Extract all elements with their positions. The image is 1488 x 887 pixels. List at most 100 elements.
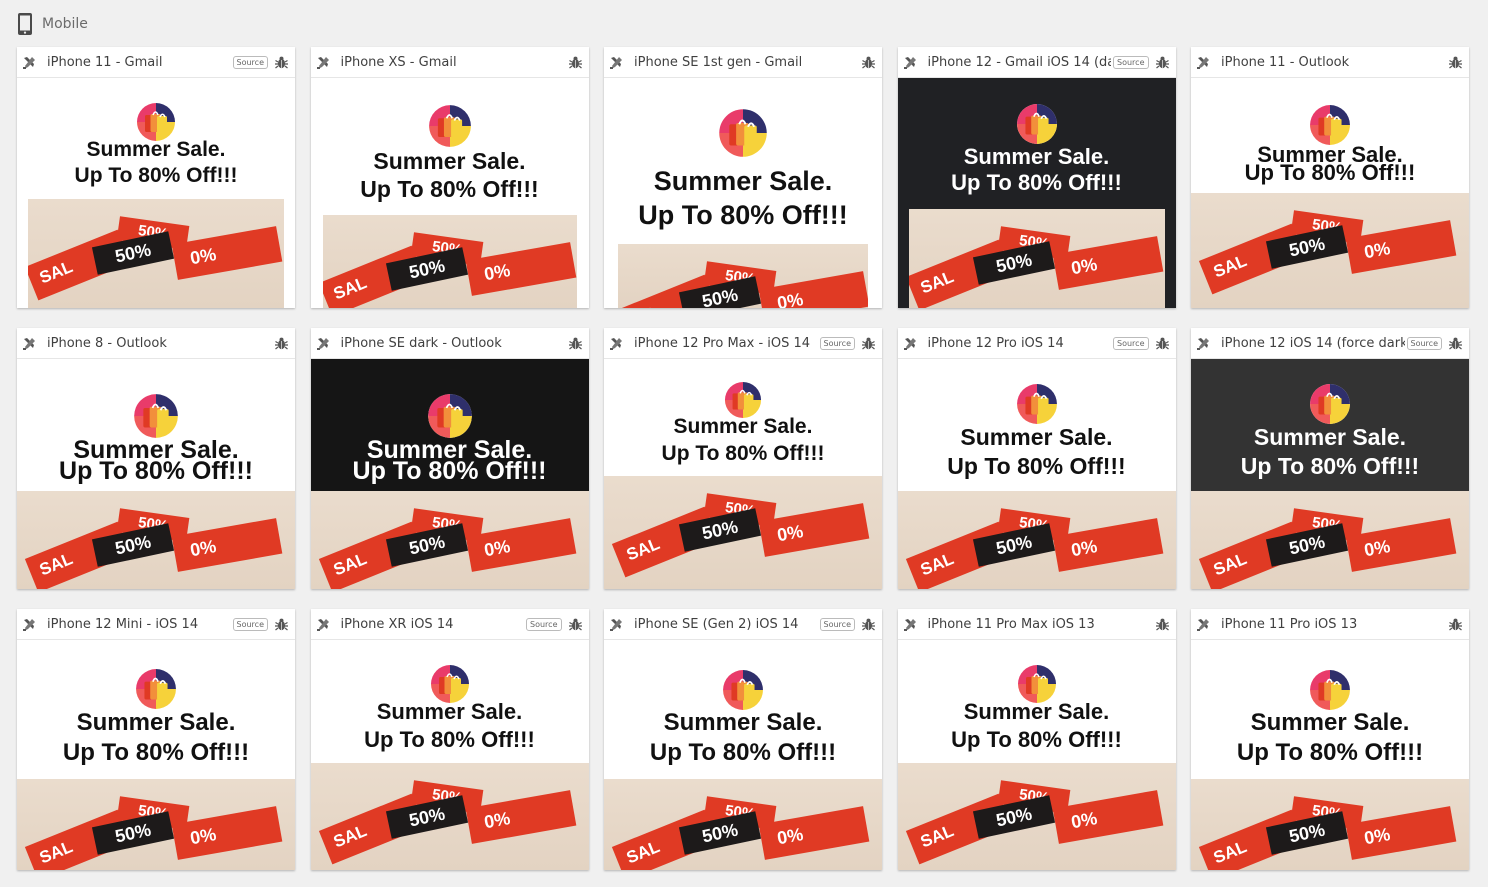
tools-icon[interactable] bbox=[22, 55, 37, 70]
card-title[interactable]: iPhone 11 - Outlook bbox=[1221, 55, 1442, 70]
email-preview[interactable]: Summer Sale.Up To 80% Off!!!0%SAL50%50% bbox=[310, 78, 589, 308]
source-button[interactable]: Source bbox=[819, 617, 855, 631]
bug-icon[interactable] bbox=[1448, 55, 1463, 70]
headline-line-2: Up To 80% Off!!! bbox=[951, 170, 1122, 195]
card-title[interactable]: iPhone 12 Pro iOS 14 bbox=[928, 336, 1112, 351]
email-preview[interactable]: Summer Sale.Up To 80% Off!!!0%SAL50%50% bbox=[17, 640, 295, 870]
card-title[interactable]: iPhone SE (Gen 2) iOS 14 bbox=[634, 617, 818, 632]
bug-icon[interactable] bbox=[1448, 617, 1463, 632]
preview-card[interactable]: iPhone 12 - Gmail iOS 14 (da Source Summer… bbox=[897, 47, 1176, 308]
headline-line-2: Up To 80% Off!!! bbox=[1244, 160, 1416, 185]
card-header: iPhone 12 Pro iOS 14 Source bbox=[897, 328, 1176, 359]
brand-logo-icon bbox=[1310, 384, 1350, 424]
sale-tag: 0% bbox=[758, 503, 870, 557]
source-button[interactable]: Source bbox=[232, 55, 268, 69]
preview-card[interactable]: iPhone SE 1st gen - Gmail Summer Sale. Up … bbox=[604, 47, 882, 308]
sale-tag: 0% bbox=[758, 806, 870, 860]
brand-logo-icon bbox=[428, 105, 471, 147]
source-button[interactable]: Source bbox=[1113, 55, 1149, 69]
email-preview[interactable]: Summer Sale.Up To 80% Off!!!0%SAL50%50% bbox=[897, 640, 1176, 870]
card-title[interactable]: iPhone XR iOS 14 bbox=[341, 617, 525, 632]
source-button[interactable]: Source bbox=[526, 617, 562, 631]
tools-icon[interactable] bbox=[22, 336, 37, 351]
email-preview[interactable]: Summer Sale.Up To 80% Off!!!0%SAL50%50% bbox=[1191, 359, 1469, 589]
brand-logo-icon bbox=[1310, 105, 1350, 145]
card-title[interactable]: iPhone 11 - Gmail bbox=[47, 55, 231, 70]
tools-icon[interactable] bbox=[609, 617, 624, 632]
email-preview[interactable]: Summer Sale.Up To 80% Off!!!0%SAL50%50% bbox=[604, 359, 882, 589]
bug-icon[interactable] bbox=[568, 336, 583, 351]
headline-line-2: Up To 80% Off!!! bbox=[62, 739, 250, 766]
preview-card[interactable]: iPhone 11 Pro iOS 13 Summer Sale. Up To 80… bbox=[1191, 609, 1469, 870]
preview-card[interactable]: iPhone 12 iOS 14 (force dark Source Summer… bbox=[1191, 328, 1469, 589]
email-preview[interactable]: Summer Sale.Up To 80% Off!!!0%SAL50%50% bbox=[310, 640, 589, 870]
bug-icon[interactable] bbox=[861, 336, 876, 351]
preview-card[interactable]: iPhone XS - Gmail Summer Sale. Up To 80% O… bbox=[310, 47, 589, 308]
bug-icon[interactable] bbox=[1155, 336, 1170, 351]
preview-card[interactable]: iPhone SE dark - Outlook Summer Sale. Up T… bbox=[310, 328, 589, 589]
sale-banner-image: 0%SAL50%50% bbox=[604, 476, 882, 589]
card-title[interactable]: iPhone 12 - Gmail iOS 14 (da bbox=[928, 55, 1112, 70]
source-button[interactable]: Source bbox=[819, 336, 855, 350]
bug-icon[interactable] bbox=[274, 55, 289, 70]
tools-icon[interactable] bbox=[1196, 336, 1211, 351]
tools-icon[interactable] bbox=[903, 617, 918, 632]
preview-card[interactable]: iPhone 12 Pro iOS 14 Source Summer Sale. Up… bbox=[897, 328, 1176, 589]
tools-icon[interactable] bbox=[1196, 55, 1211, 70]
tools-icon[interactable] bbox=[609, 55, 624, 70]
card-title[interactable]: iPhone SE dark - Outlook bbox=[341, 336, 562, 351]
preview-card[interactable]: iPhone XR iOS 14 Source Summer Sale. Up To … bbox=[310, 609, 589, 870]
card-header: iPhone 11 - Gmail Source bbox=[17, 47, 295, 78]
email-preview[interactable]: Summer Sale.Up To 80% Off!!!0%SAL50%50% bbox=[17, 78, 295, 308]
card-header: iPhone 11 - Outlook bbox=[1191, 47, 1469, 78]
bug-icon[interactable] bbox=[861, 617, 876, 632]
email-preview[interactable]: Summer Sale.Up To 80% Off!!!0%SAL50%50% bbox=[897, 78, 1176, 308]
email-preview[interactable]: Summer Sale.Up To 80% Off!!!0%SAL50%50% bbox=[17, 359, 295, 589]
bug-icon[interactable] bbox=[274, 336, 289, 351]
tools-icon[interactable] bbox=[1196, 617, 1211, 632]
bug-icon[interactable] bbox=[1155, 617, 1170, 632]
bug-icon[interactable] bbox=[861, 55, 876, 70]
headline-line-1: Summer Sale. bbox=[86, 138, 226, 161]
tools-icon[interactable] bbox=[316, 336, 331, 351]
card-title[interactable]: iPhone 8 - Outlook bbox=[47, 336, 268, 351]
bug-icon[interactable] bbox=[568, 55, 583, 70]
card-title[interactable]: iPhone 12 iOS 14 (force dark bbox=[1221, 336, 1405, 351]
card-title[interactable]: iPhone 12 Pro Max - iOS 14 bbox=[634, 336, 818, 351]
preview-card[interactable]: iPhone 11 Pro Max iOS 13 Summer Sale. Up T… bbox=[897, 609, 1176, 870]
source-button[interactable]: Source bbox=[232, 617, 268, 631]
preview-card[interactable]: iPhone 12 Mini - iOS 14 Source Summer Sale… bbox=[17, 609, 295, 870]
preview-card[interactable]: iPhone 11 - Gmail Source Summer Sale. Up To… bbox=[17, 47, 295, 308]
preview-card[interactable]: iPhone SE (Gen 2) iOS 14 Source Summer Sal… bbox=[604, 609, 882, 870]
tools-icon[interactable] bbox=[903, 336, 918, 351]
tools-icon[interactable] bbox=[22, 617, 37, 632]
email-preview[interactable]: Summer Sale.Up To 80% Off!!!0%SAL50%50% bbox=[604, 640, 882, 870]
tools-icon[interactable] bbox=[609, 336, 624, 351]
email-preview[interactable]: Summer Sale.Up To 80% Off!!!0%SAL50%50% bbox=[1191, 78, 1469, 308]
email-preview[interactable]: Summer Sale.Up To 80% Off!!!0%SAL50%50% bbox=[897, 359, 1176, 589]
card-title[interactable]: iPhone 12 Mini - iOS 14 bbox=[47, 617, 231, 632]
headline-line-2: Up To 80% Off!!! bbox=[360, 176, 539, 202]
sale-tag: 0% bbox=[171, 226, 283, 280]
tools-icon[interactable] bbox=[316, 617, 331, 632]
email-preview[interactable]: Summer Sale.Up To 80% Off!!!0%SAL50%50% bbox=[604, 78, 882, 308]
bug-icon[interactable] bbox=[1155, 55, 1170, 70]
headline-line-2: Up To 80% Off!!! bbox=[649, 739, 837, 766]
bug-icon[interactable] bbox=[568, 617, 583, 632]
bug-icon[interactable] bbox=[274, 617, 289, 632]
email-preview[interactable]: Summer Sale.Up To 80% Off!!!0%SAL50%50% bbox=[1191, 640, 1469, 870]
tools-icon[interactable] bbox=[316, 55, 331, 70]
card-title[interactable]: iPhone 11 Pro iOS 13 bbox=[1221, 617, 1442, 632]
email-preview[interactable]: Summer Sale.Up To 80% Off!!!0%SAL50%50% bbox=[310, 359, 589, 589]
preview-card[interactable]: iPhone 8 - Outlook Summer Sale. Up To 80% … bbox=[17, 328, 295, 589]
preview-card[interactable]: iPhone 12 Pro Max - iOS 14 Source Summer S… bbox=[604, 328, 882, 589]
card-title[interactable]: iPhone 11 Pro Max iOS 13 bbox=[928, 617, 1149, 632]
bug-icon[interactable] bbox=[1448, 336, 1463, 351]
source-button[interactable]: Source bbox=[1406, 336, 1442, 350]
headline-line-2: Up To 80% Off!!! bbox=[352, 457, 547, 485]
tools-icon[interactable] bbox=[903, 55, 918, 70]
card-title[interactable]: iPhone SE 1st gen - Gmail bbox=[634, 55, 855, 70]
preview-card[interactable]: iPhone 11 - Outlook Summer Sale. Up To 80%… bbox=[1191, 47, 1469, 308]
card-title[interactable]: iPhone XS - Gmail bbox=[341, 55, 562, 70]
source-button[interactable]: Source bbox=[1113, 336, 1149, 350]
